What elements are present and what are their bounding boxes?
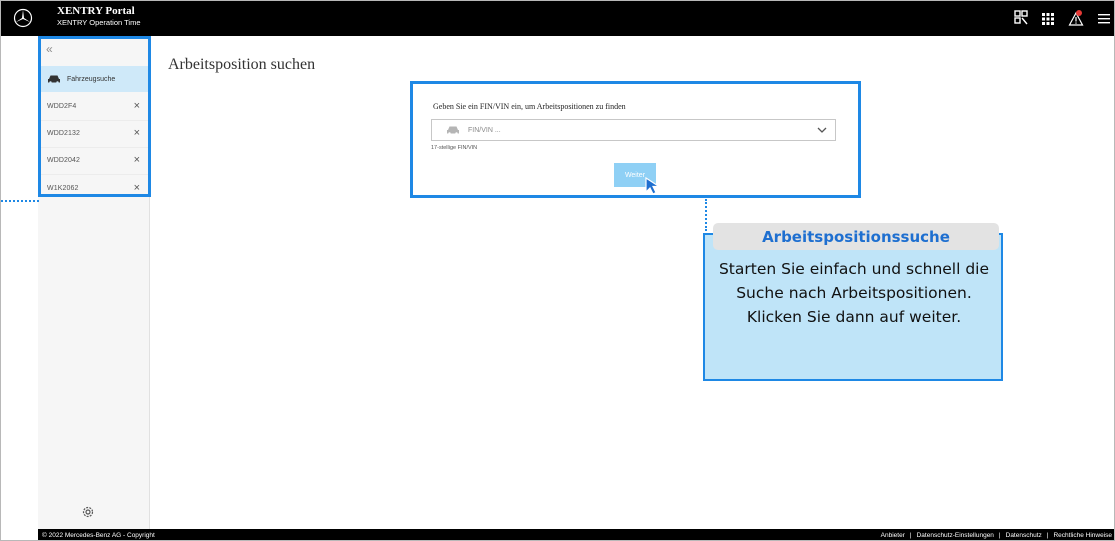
connector-line	[705, 199, 707, 231]
grid-apps-icon[interactable]	[1042, 10, 1054, 26]
qr-scan-icon[interactable]	[1014, 10, 1028, 26]
page-title: Arbeitsposition suchen	[168, 56, 316, 73]
copyright-text: © 2022 Mercedes-Benz AG - Copyright	[42, 532, 155, 539]
footer-link-legal[interactable]: Rechtliche Hinweise	[1053, 532, 1112, 539]
mouse-cursor-icon	[645, 176, 662, 195]
vin-history-item[interactable]: W1K2062 ×	[41, 174, 148, 202]
car-icon	[48, 75, 60, 84]
vin-label: WDD2F4	[47, 103, 77, 110]
callout-body: Starten Sie einfach und schnell die Such…	[718, 260, 990, 326]
footer: © 2022 Mercedes-Benz AG - Copyright Anbi…	[38, 529, 1114, 540]
callout-title: Arbeitspositionssuche	[762, 227, 950, 246]
footer-separator: |	[998, 532, 1001, 539]
car-icon	[447, 126, 459, 135]
vin-history-item[interactable]: WDD2132 ×	[41, 120, 148, 148]
close-icon[interactable]: ×	[134, 155, 140, 166]
vin-helper-text: 17-stellige FIN/VIN	[431, 145, 478, 151]
vin-input[interactable]: FIN/VIN ...	[431, 119, 836, 141]
footer-separator: |	[1046, 532, 1049, 539]
footer-links: Anbieter | Datenschutz-Einstellungen | D…	[881, 532, 1112, 539]
tooltip-callout: Arbeitspositionssuche Starten Sie einfac…	[703, 223, 1003, 381]
callout-header: Arbeitspositionssuche	[713, 223, 999, 250]
vin-history-item[interactable]: WDD2042 ×	[41, 147, 148, 175]
vin-label: W1K2062	[47, 184, 79, 192]
top-bar: XENTRY Portal XENTRY Operation Time	[1, 1, 1114, 36]
gear-icon[interactable]	[81, 505, 95, 519]
connector-line	[1, 200, 39, 202]
sidebar: « Fahrzeugsuche WDD2F4 × WDD2132 × WDD20…	[38, 36, 150, 529]
footer-separator: |	[909, 532, 912, 539]
vin-label: WDD2132	[47, 130, 80, 137]
brand: XENTRY Portal XENTRY Operation Time	[57, 6, 141, 27]
menu-icon[interactable]	[1098, 10, 1110, 26]
footer-link-privacy-settings[interactable]: Datenschutz-Einstellungen	[917, 532, 994, 539]
vin-history-item[interactable]: WDD2F4 ×	[41, 93, 148, 121]
instruction-text: Geben Sie ein FIN/VIN ein, um Arbeitspos…	[433, 102, 626, 111]
alert-triangle-icon[interactable]	[1068, 10, 1084, 26]
footer-link-privacy[interactable]: Datenschutz	[1006, 532, 1042, 539]
sidebar-item-label: Fahrzeugsuche	[67, 75, 116, 83]
app-window: XENTRY Portal XENTRY Operation Time « Fa…	[0, 0, 1115, 541]
close-icon[interactable]: ×	[134, 101, 140, 112]
double-chevron-left-icon[interactable]: «	[46, 42, 53, 56]
brand-subtitle: XENTRY Operation Time	[57, 18, 141, 27]
footer-link-provider[interactable]: Anbieter	[881, 532, 905, 539]
mercedes-star-logo[interactable]	[13, 8, 33, 28]
chevron-down-icon[interactable]	[817, 124, 827, 136]
vin-search-card: Geben Sie ein FIN/VIN ein, um Arbeitspos…	[410, 81, 861, 198]
top-icons	[1014, 10, 1110, 26]
close-icon[interactable]: ×	[134, 128, 140, 139]
vin-placeholder: FIN/VIN ...	[468, 126, 501, 134]
brand-title: XENTRY Portal	[57, 5, 135, 17]
sidebar-item-vehicle-search[interactable]: Fahrzeugsuche	[41, 66, 148, 92]
vin-label: WDD2042	[47, 157, 80, 164]
close-icon[interactable]: ×	[134, 182, 140, 194]
